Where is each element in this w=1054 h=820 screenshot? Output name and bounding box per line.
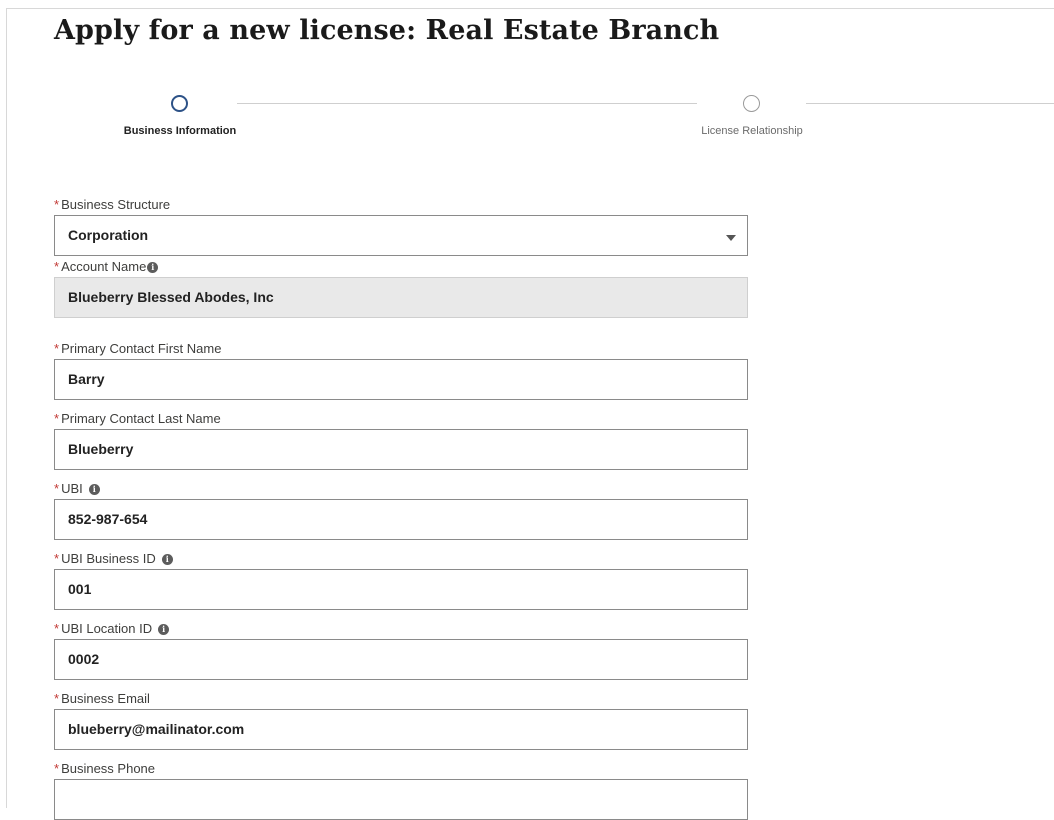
first-name-label: * Primary Contact First Name <box>54 341 222 356</box>
required-marker: * <box>54 411 60 426</box>
progress-stepper: Business Information License Relationshi… <box>0 92 1054 142</box>
step-label-license-relationship: License Relationship <box>701 125 803 137</box>
business-email-input[interactable]: blueberry@mailinator.com <box>54 709 748 750</box>
chevron-down-icon <box>726 235 736 241</box>
step-circle-license-relationship[interactable] <box>743 95 760 112</box>
page-title: Apply for a new license: Real Estate Bra… <box>54 15 720 46</box>
ubi-location-id-label: * UBI Location ID i <box>54 619 748 639</box>
first-name-field: * Primary Contact First Name Barry <box>54 339 748 409</box>
required-marker: * <box>54 691 60 706</box>
business-phone-input[interactable] <box>54 779 748 820</box>
business-email-field: * Business Email blueberry@mailinator.com <box>54 689 748 759</box>
business-email-label: * Business Email <box>54 691 150 706</box>
account-name-label: * Account Name i <box>54 257 748 277</box>
step-connector <box>806 103 1054 104</box>
ubi-business-id-input[interactable]: 001 <box>54 569 748 610</box>
info-icon[interactable]: i <box>161 554 173 566</box>
ubi-label: * UBI i <box>54 479 748 499</box>
required-marker: * <box>54 761 60 776</box>
info-icon[interactable]: i <box>88 484 100 496</box>
step-label-business-information: Business Information <box>123 125 237 137</box>
required-marker: * <box>54 259 60 274</box>
business-structure-value: Corporation <box>68 227 149 243</box>
business-structure-select[interactable]: Corporation <box>54 215 748 256</box>
last-name-input[interactable]: Blueberry <box>54 429 748 470</box>
ubi-input[interactable]: 852-987-654 <box>54 499 748 540</box>
business-information-form: * Business Structure Corporation * Account… <box>54 195 748 820</box>
step-connector <box>237 103 697 104</box>
ubi-field: * UBI i 852-987-654 <box>54 479 748 549</box>
step-circle-business-information[interactable] <box>171 95 188 112</box>
business-phone-label: * Business Phone <box>54 761 156 776</box>
first-name-input[interactable]: Barry <box>54 359 748 400</box>
required-marker: * <box>54 481 60 496</box>
info-icon[interactable]: i <box>147 262 159 274</box>
account-name-field: * Account Name i Blueberry Blessed Abodes,… <box>54 257 748 339</box>
required-marker: * <box>54 551 60 566</box>
account-name-input: Blueberry Blessed Abodes, Inc <box>54 277 748 318</box>
business-structure-field: * Business Structure Corporation <box>54 195 748 257</box>
ubi-location-id-field: * UBI Location ID i 0002 <box>54 619 748 689</box>
info-icon[interactable]: i <box>158 624 170 636</box>
required-marker: * <box>54 341 60 356</box>
business-structure-label: * Business Structure <box>54 197 171 212</box>
last-name-label: * Primary Contact Last Name <box>54 411 221 426</box>
ubi-business-id-field: * UBI Business ID i 001 <box>54 549 748 619</box>
business-phone-field: * Business Phone <box>54 759 748 820</box>
ubi-location-id-input[interactable]: 0002 <box>54 639 748 680</box>
ubi-business-id-label: * UBI Business ID i <box>54 549 748 569</box>
required-marker: * <box>54 197 60 212</box>
last-name-field: * Primary Contact Last Name Blueberry <box>54 409 748 479</box>
required-marker: * <box>54 621 60 636</box>
